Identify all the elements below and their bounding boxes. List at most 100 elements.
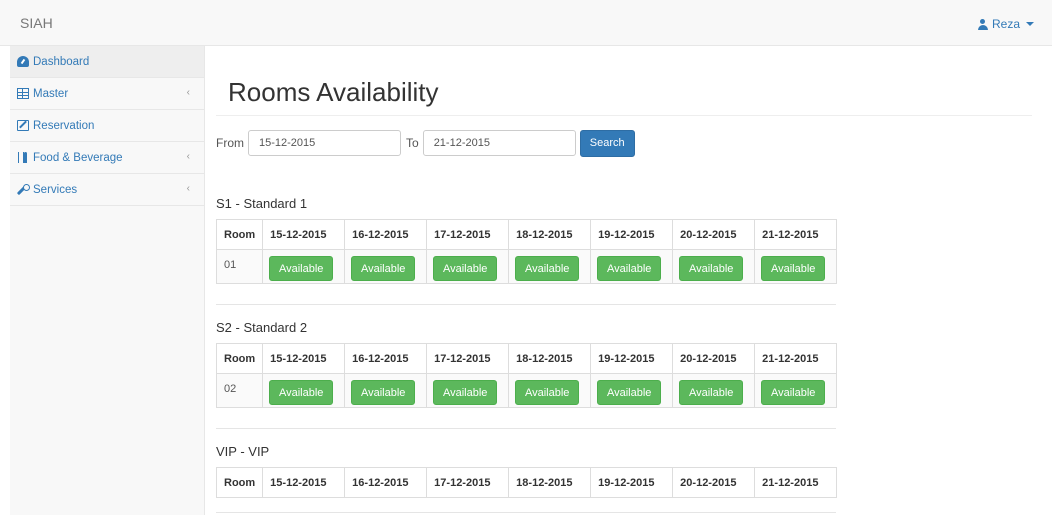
sidebar-item-food-beverage[interactable]: Food & Beverage ‹ <box>10 142 204 174</box>
brand-logo[interactable]: SIAH <box>20 15 53 31</box>
available-button[interactable]: Available <box>269 380 334 405</box>
table-cell: Available <box>344 373 428 408</box>
chevron-left-icon: ‹ <box>186 183 190 194</box>
edit-icon <box>17 120 29 131</box>
table-cell: Available <box>590 373 674 408</box>
section-title-s1: S1 - Standard 1 <box>216 196 308 211</box>
section-divider <box>216 304 836 305</box>
section-title-vip: VIP - VIP <box>216 444 270 459</box>
to-date-input[interactable] <box>422 130 576 156</box>
user-name: Reza <box>991 17 1020 31</box>
column-header-room: Room <box>215 343 264 374</box>
sidebar-item-label: Master <box>33 87 69 100</box>
column-header-date: 16-12-2015 <box>344 467 428 498</box>
search-button[interactable]: Search <box>579 129 635 157</box>
table-header-row: Room 15-12-2015 16-12-2015 17-12-2015 18… <box>215 219 838 250</box>
column-header-date: 20-12-2015 <box>672 219 756 250</box>
sidebar-item-services[interactable]: Services ‹ <box>10 174 204 206</box>
top-navbar: SIAH Reza <box>0 0 1052 46</box>
table-cell: Available <box>426 373 510 408</box>
available-button[interactable]: Available <box>597 256 662 281</box>
from-date-input[interactable] <box>248 130 401 156</box>
table-cell: Available <box>754 249 838 284</box>
sidebar-item-label: Dashboard <box>33 55 90 68</box>
section-divider <box>216 512 836 513</box>
available-button[interactable]: Available <box>679 380 744 405</box>
table-cell: Available <box>754 373 838 408</box>
sidebar-item-reservation[interactable]: Reservation <box>10 110 204 142</box>
available-button[interactable]: Available <box>433 256 498 281</box>
table-header-row: Room 15-12-2015 16-12-2015 17-12-2015 18… <box>215 467 838 498</box>
table-cell: Available <box>262 249 346 284</box>
user-menu-dropdown[interactable]: Reza <box>977 17 1034 31</box>
available-button[interactable]: Available <box>515 256 580 281</box>
column-header-date: 18-12-2015 <box>508 343 592 374</box>
available-button[interactable]: Available <box>351 256 416 281</box>
column-header-date: 15-12-2015 <box>262 467 346 498</box>
available-button[interactable]: Available <box>761 256 826 281</box>
from-label: From <box>216 136 244 150</box>
sidebar-item-label: Food & Beverage <box>33 151 123 164</box>
column-header-date: 21-12-2015 <box>754 343 838 374</box>
available-button[interactable]: Available <box>351 380 416 405</box>
table-row: 02 Available Available Available Availab… <box>215 373 838 408</box>
column-header-date: 16-12-2015 <box>344 343 428 374</box>
column-header-date: 19-12-2015 <box>590 343 674 374</box>
table-cell: Available <box>508 373 592 408</box>
page-title: Rooms Availability <box>228 77 439 107</box>
sidebar-item-dashboard[interactable]: Dashboard <box>10 46 204 78</box>
available-button[interactable]: Available <box>761 380 826 405</box>
availability-table-s1: Room 15-12-2015 16-12-2015 17-12-2015 18… <box>215 219 838 284</box>
column-header-date: 19-12-2015 <box>590 219 674 250</box>
sidebar-item-label: Services <box>33 183 78 196</box>
column-header-date: 17-12-2015 <box>426 219 510 250</box>
available-button[interactable]: Available <box>597 380 662 405</box>
column-header-date: 17-12-2015 <box>426 467 510 498</box>
dashboard-icon <box>17 56 29 67</box>
sidebar-item-master[interactable]: Master ‹ <box>10 78 204 110</box>
availability-table-vip: Room 15-12-2015 16-12-2015 17-12-2015 18… <box>215 467 838 498</box>
section-title-s2: S2 - Standard 2 <box>216 320 308 335</box>
column-header-date: 20-12-2015 <box>672 343 756 374</box>
column-header-date: 18-12-2015 <box>508 467 592 498</box>
to-label: To <box>406 136 419 150</box>
caret-down-icon <box>1026 22 1034 26</box>
room-number: 02 <box>215 373 264 408</box>
title-divider <box>216 115 1032 116</box>
cutlery-icon <box>17 152 29 163</box>
available-button[interactable]: Available <box>433 380 498 405</box>
table-header-row: Room 15-12-2015 16-12-2015 17-12-2015 18… <box>215 343 838 374</box>
availability-table-s2: Room 15-12-2015 16-12-2015 17-12-2015 18… <box>215 343 838 408</box>
column-header-date: 21-12-2015 <box>754 219 838 250</box>
column-header-date: 15-12-2015 <box>262 219 346 250</box>
column-header-date: 20-12-2015 <box>672 467 756 498</box>
table-cell: Available <box>508 249 592 284</box>
column-header-date: 15-12-2015 <box>262 343 346 374</box>
column-header-date: 17-12-2015 <box>426 343 510 374</box>
column-header-date: 21-12-2015 <box>754 467 838 498</box>
column-header-room: Room <box>215 219 264 250</box>
sidebar-item-label: Reservation <box>33 119 95 132</box>
column-header-date: 18-12-2015 <box>508 219 592 250</box>
available-button[interactable]: Available <box>269 256 334 281</box>
column-header-date: 19-12-2015 <box>590 467 674 498</box>
section-divider <box>216 428 836 429</box>
room-number: 01 <box>215 249 264 284</box>
available-button[interactable]: Available <box>515 380 580 405</box>
date-filter-form: From To Search <box>216 129 635 157</box>
table-cell: Available <box>426 249 510 284</box>
user-icon <box>977 18 988 30</box>
table-icon <box>17 88 29 99</box>
column-header-date: 16-12-2015 <box>344 219 428 250</box>
table-cell: Available <box>344 249 428 284</box>
table-row: 01 Available Available Available Availab… <box>215 249 838 284</box>
wrench-icon <box>17 184 30 195</box>
chevron-left-icon: ‹ <box>186 151 190 162</box>
table-cell: Available <box>590 249 674 284</box>
table-cell: Available <box>672 373 756 408</box>
available-button[interactable]: Available <box>679 256 744 281</box>
table-cell: Available <box>672 249 756 284</box>
chevron-left-icon: ‹ <box>186 87 190 98</box>
table-cell: Available <box>262 373 346 408</box>
sidebar: Dashboard Master ‹ Reservation Food & Be… <box>10 46 205 515</box>
